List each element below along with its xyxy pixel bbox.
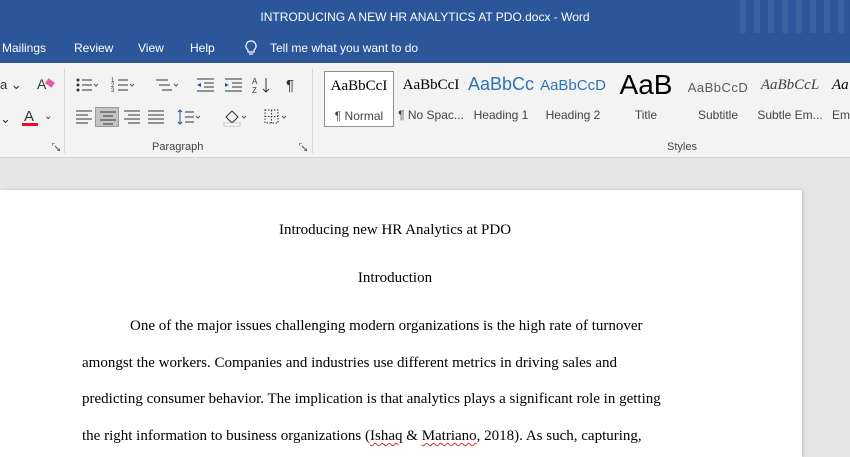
paragraph-dialog-launcher-icon[interactable] [299, 143, 307, 151]
show-formatting-icon[interactable]: ¶ [286, 77, 294, 94]
body-line: predicting consumer behavior. The implic… [82, 391, 661, 407]
document-name: INTRODUCING A NEW HR ANALYTICS AT PDO.do… [260, 9, 551, 24]
align-left-icon[interactable] [72, 107, 96, 127]
title-bar-decoration [740, 0, 850, 33]
font-size-dropdown[interactable]: a ⌄ [0, 77, 22, 93]
style-preview: AaBbCcD [687, 80, 749, 95]
body-line: amongst the workers. Companies and indus… [82, 355, 618, 371]
section-heading: Introduction [357, 270, 433, 286]
title-separator: - [550, 9, 562, 24]
title-bar: INTRODUCING A NEW HR ANALYTICS AT PDO.do… [0, 0, 850, 33]
citation-author: Ishaq [370, 428, 403, 444]
tab-mailings[interactable]: Mailings [2, 41, 46, 55]
style-name: Heading 2 [545, 108, 601, 122]
style-name: ¶ No Spac... [398, 108, 464, 122]
align-center-icon[interactable] [95, 107, 119, 127]
style-no-spacing[interactable]: AaBbCcI ¶ No Spac... [396, 71, 466, 127]
style-title[interactable]: AaB Title [610, 71, 682, 127]
style-name: Subtitle [697, 108, 739, 122]
multilevel-list-icon[interactable] [154, 75, 179, 95]
font-dialog-launcher-icon[interactable] [52, 143, 60, 151]
ribbon-tab-bar: Mailings Review View Help Tell me what y… [0, 33, 850, 63]
body-line: the right information to business organi… [82, 428, 642, 445]
style-preview: AaB [619, 71, 673, 100]
citation-author: Matriano [421, 428, 477, 444]
svg-text:A: A [37, 76, 47, 92]
tell-me-search[interactable]: Tell me what you want to do [270, 41, 418, 55]
bullets-icon[interactable] [74, 75, 99, 95]
style-subtle-emphasis[interactable]: AaBbCcL Subtle Em... [754, 71, 826, 127]
chevron-down-icon[interactable]: ⌄ [0, 111, 11, 127]
line-spacing-icon[interactable] [176, 107, 201, 127]
document-page[interactable]: Introducing new HR Analytics at PDO Intr… [0, 190, 802, 457]
styles-gallery: AaBbCcI ¶ Normal AaBbCcI ¶ No Spac... Aa… [320, 71, 850, 129]
decrease-indent-icon[interactable] [194, 75, 218, 95]
svg-text:A: A [24, 108, 34, 125]
sort-icon[interactable]: AZ [250, 75, 274, 95]
borders-icon[interactable] [262, 107, 287, 127]
style-emphasis[interactable]: Aa Em [828, 71, 850, 127]
highlight-eraser-icon[interactable]: A [34, 75, 58, 95]
style-subtitle[interactable]: AaBbCcD Subtitle [684, 71, 752, 127]
numbering-icon[interactable]: 123 [110, 75, 135, 95]
style-normal[interactable]: AaBbCcI ¶ Normal [324, 71, 394, 127]
styles-group-label: Styles [667, 141, 697, 153]
style-preview: AaBbCcI [330, 78, 388, 94]
style-name: ¶ Normal [334, 109, 384, 123]
style-name: Heading 1 [473, 108, 529, 122]
tab-view[interactable]: View [138, 41, 164, 55]
body-text: , 2018). As such, capturing, [476, 428, 642, 444]
paragraph-group-label: Paragraph [152, 141, 204, 153]
svg-text:3: 3 [111, 88, 115, 94]
tab-help[interactable]: Help [190, 41, 215, 55]
style-preview: Aa [832, 77, 849, 93]
app-name: Word [561, 9, 590, 24]
font-color-icon[interactable]: A [20, 107, 44, 127]
style-heading-1[interactable]: AaBbCc Heading 1 [468, 71, 534, 127]
style-preview: AaBbCcL [760, 77, 820, 93]
style-name: Title [634, 108, 658, 122]
svg-text:A: A [252, 77, 258, 86]
align-right-icon[interactable] [120, 107, 144, 127]
tab-review[interactable]: Review [74, 41, 113, 55]
style-heading-2[interactable]: AaBbCcD Heading 2 [538, 71, 608, 127]
lightbulb-icon [245, 40, 257, 55]
style-preview: AaBbCcI [402, 77, 460, 93]
group-divider [312, 69, 313, 153]
style-name: Em [832, 108, 850, 122]
body-line: One of the major issues challenging mode… [130, 318, 643, 334]
group-divider [64, 69, 65, 153]
body-text: the right information to business organi… [82, 428, 371, 444]
svg-text:Z: Z [252, 86, 257, 95]
style-preview: AaBbCc [468, 74, 534, 94]
increase-indent-icon[interactable] [222, 75, 246, 95]
style-name: Subtle Em... [757, 108, 823, 122]
document-title: Introducing new HR Analytics at PDO [278, 222, 512, 238]
justify-icon[interactable] [144, 107, 168, 127]
style-preview: AaBbCcD [540, 77, 606, 94]
shading-icon[interactable] [222, 107, 247, 127]
chevron-down-icon[interactable]: ⌄ [44, 111, 52, 122]
body-text: & [402, 428, 422, 444]
ribbon: a ⌄ A ⌄ A ⌄ 123 AZ ¶ Paragraph AaBbCcI ¶… [0, 63, 850, 158]
